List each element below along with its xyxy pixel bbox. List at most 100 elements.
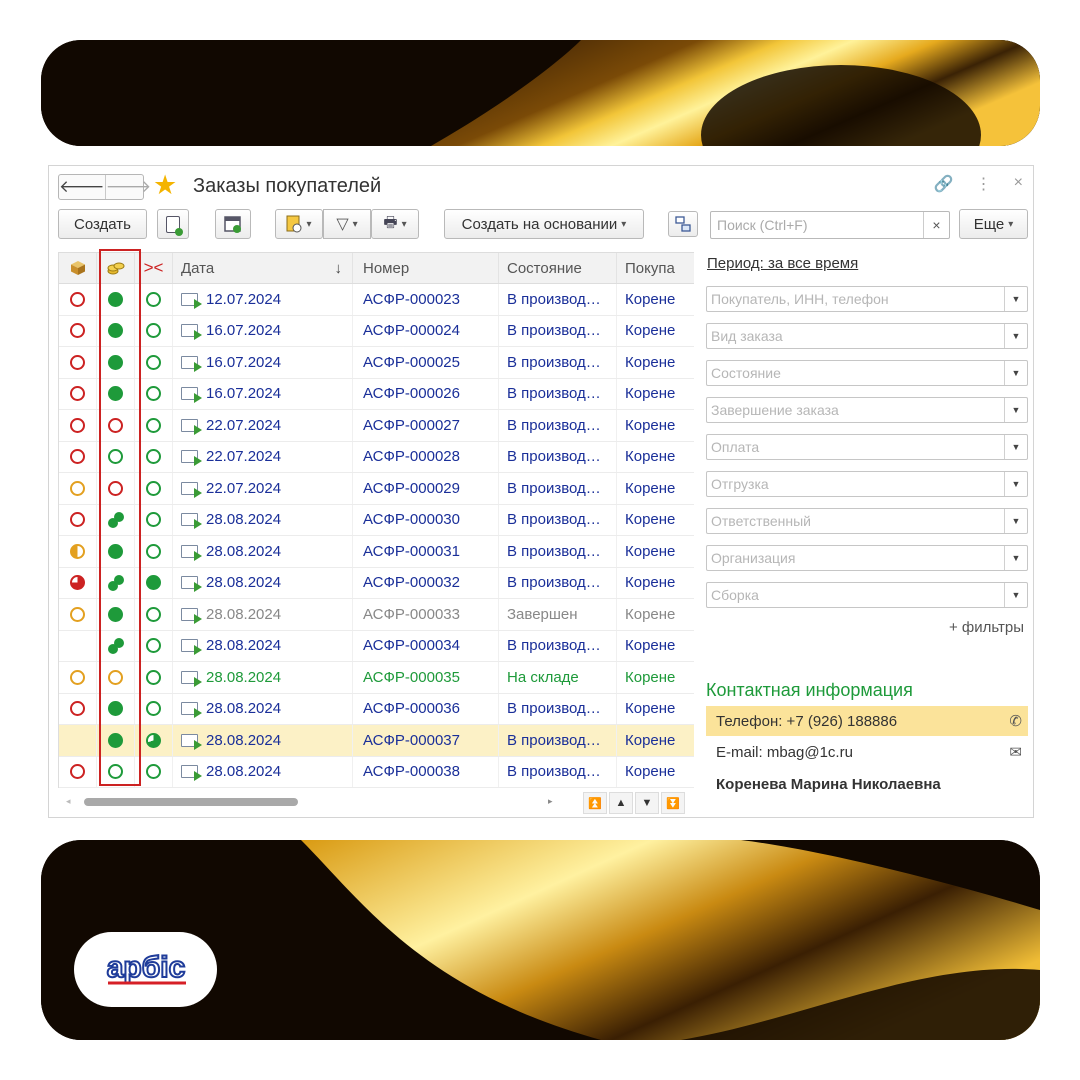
state-cell: В производ… xyxy=(499,756,617,787)
printer-icon: 🖶 xyxy=(383,213,398,231)
buyer-cell: Корене xyxy=(625,574,676,592)
create-button[interactable]: Создать xyxy=(58,209,147,239)
previous-page-icon[interactable]: ▲ xyxy=(609,792,633,814)
dropdown-arrow-icon[interactable]: ▼ xyxy=(1004,361,1027,385)
window-title: Заказы покупателей xyxy=(193,175,382,197)
document-posted-icon xyxy=(181,576,202,593)
table-row[interactable]: 28.08.2024 АСФР-000033 Завершен Корене xyxy=(59,599,694,631)
last-row-icon[interactable]: ⏬ xyxy=(661,792,685,814)
table-row[interactable]: 22.07.2024 АСФР-000029 В производ… Корене xyxy=(59,473,694,505)
table-row[interactable]: 28.08.2024 АСФР-000034 В производ… Корене xyxy=(59,630,694,662)
date-cell: 28.08.2024 xyxy=(173,567,353,598)
split-arrow-icon: >< xyxy=(143,258,164,277)
date-value: 22.07.2024 xyxy=(206,479,282,497)
table-row[interactable]: 28.08.2024 АСФР-000038 В производ… Корене xyxy=(59,756,694,788)
number-column-header[interactable]: Номер xyxy=(353,253,499,283)
table-row[interactable]: 16.07.2024 АСФР-000024 В производ… Корене xyxy=(59,315,694,347)
filter-field[interactable]: Организация ▼ xyxy=(706,545,1028,571)
date-value: 22.07.2024 xyxy=(206,448,282,466)
buyer-cell: Корене xyxy=(625,322,676,340)
dropdown-arrow-icon[interactable]: ▼ xyxy=(1004,324,1027,348)
date-cell: 22.07.2024 xyxy=(173,473,353,504)
dropdown-arrow-icon[interactable]: ▼ xyxy=(1004,546,1027,570)
print-dropdown[interactable]: 🖶 ▾ xyxy=(371,209,419,239)
filter-field[interactable]: Вид заказа ▼ xyxy=(706,323,1028,349)
buyer-cell: Корене xyxy=(625,731,676,749)
date-value: 28.08.2024 xyxy=(206,731,282,749)
copy-document-button[interactable] xyxy=(157,209,189,239)
shipment-status-cell xyxy=(59,630,97,661)
contact-email-row[interactable]: E-mail: mbag@1c.ru ✉ xyxy=(706,737,1028,767)
more-dropdown[interactable]: Еще ▾ xyxy=(959,209,1028,239)
scroll-right-icon[interactable]: ▸ xyxy=(548,796,553,807)
dropdown-arrow-icon[interactable]: ▼ xyxy=(1004,583,1027,607)
shipment-status-cell xyxy=(59,567,97,598)
contact-info-title: Контактная информация xyxy=(706,680,913,700)
gold-wave-graphic xyxy=(41,40,1040,146)
table-row[interactable]: 28.08.2024 АСФР-000037 В производ… Корене xyxy=(59,725,694,757)
table-row[interactable]: 28.08.2024 АСФР-000031 В производ… Корене xyxy=(59,536,694,568)
first-row-icon[interactable]: ⏫ xyxy=(583,792,607,814)
table-row[interactable]: 22.07.2024 АСФР-000028 В производ… Корене xyxy=(59,441,694,473)
state-column-header[interactable]: Состояние xyxy=(499,253,617,283)
dropdown-arrow-icon[interactable]: ▼ xyxy=(1004,509,1027,533)
close-icon[interactable]: × xyxy=(1014,174,1023,194)
ring-green-status-icon xyxy=(146,764,161,780)
table-row[interactable]: 16.07.2024 АСФР-000025 В производ… Корене xyxy=(59,347,694,379)
table-body: 12.07.2024 АСФР-000023 В производ… Корене 16… xyxy=(59,284,694,788)
filter-field[interactable]: Отгрузка ▼ xyxy=(706,471,1028,497)
sort-arrow-icon: ↓ xyxy=(334,259,343,277)
filter-field[interactable]: Оплата ▼ xyxy=(706,434,1028,460)
structure-button[interactable] xyxy=(668,211,698,237)
dropdown-arrow-icon[interactable]: ▼ xyxy=(1004,435,1027,459)
dropdown-arrow-icon[interactable]: ▼ xyxy=(1004,472,1027,496)
phone-icon[interactable]: ✆ xyxy=(1009,712,1022,730)
filter-field[interactable]: Покупатель, ИНН, телефон ▼ xyxy=(706,286,1028,312)
filter-field[interactable]: Завершение заказа ▼ xyxy=(706,397,1028,423)
create-based-on-dropdown[interactable]: Создать на основании ▾ xyxy=(444,209,644,239)
scrollbar-thumb[interactable] xyxy=(84,798,298,806)
calendar-add-button[interactable] xyxy=(215,209,251,239)
more-actions-icon[interactable]: ⋮ xyxy=(976,174,992,194)
dropdown-arrow-icon[interactable]: ▼ xyxy=(1004,398,1027,422)
document-status-dropdown[interactable]: ▾ xyxy=(275,209,323,239)
dropdown-arrow-icon[interactable]: ▼ xyxy=(1004,287,1027,311)
filter-dropdown[interactable]: ▽ ▾ xyxy=(323,209,371,239)
filter-field[interactable]: Сборка ▼ xyxy=(706,582,1028,608)
ring-red-status-icon xyxy=(70,701,85,717)
scroll-left-icon[interactable]: ◂ xyxy=(66,796,71,807)
next-page-icon[interactable]: ▼ xyxy=(635,792,659,814)
table-row[interactable]: 12.07.2024 АСФР-000023 В производ… Корене xyxy=(59,284,694,316)
filter-placeholder: Завершение заказа xyxy=(711,402,839,418)
number-cell: АСФР-000029 xyxy=(353,473,499,504)
copy-document-icon xyxy=(166,215,183,236)
chevron-down-icon: ▾ xyxy=(1008,218,1014,230)
favorite-star-icon[interactable]: ★ xyxy=(153,170,177,200)
period-link[interactable]: Период: за все время xyxy=(707,255,858,272)
add-filters-link[interactable]: + фильтры xyxy=(949,619,1024,636)
shipment-column-header[interactable] xyxy=(59,253,97,283)
contact-phone-row[interactable]: Телефон: +7 (926) 188886 ✆ xyxy=(706,706,1028,736)
contact-phone: Телефон: +7 (926) 188886 xyxy=(716,712,898,730)
table-row[interactable]: 22.07.2024 АСФР-000027 В производ… Корене xyxy=(59,410,694,442)
table-row[interactable]: 28.08.2024 АСФР-000035 На складе Корене xyxy=(59,662,694,694)
ring-green-status-icon xyxy=(146,417,161,433)
table-row[interactable]: 28.08.2024 АСФР-000036 В производ… Корене xyxy=(59,693,694,725)
link-icon[interactable]: 🔗 xyxy=(934,174,954,194)
horizontal-scrollbar[interactable]: ◂ ▸ ⏫ ▲ ▼ ⏬ xyxy=(58,792,694,814)
search-input[interactable]: Поиск (Ctrl+F) xyxy=(710,211,950,239)
forward-button[interactable]: 🡒 xyxy=(104,175,151,199)
email-icon[interactable]: ✉ xyxy=(1009,743,1022,761)
filter-field[interactable]: Состояние ▼ xyxy=(706,360,1028,386)
back-button[interactable]: 🡐 xyxy=(59,175,105,199)
date-column-header[interactable]: Дата ↓ xyxy=(173,253,353,283)
filter-field[interactable]: Ответственный ▼ xyxy=(706,508,1028,534)
table-row[interactable]: 28.08.2024 АСФР-000032 В производ… Корене xyxy=(59,567,694,599)
buyer-column-header[interactable]: Покупа xyxy=(617,253,677,283)
table-row[interactable]: 28.08.2024 АСФР-000030 В производ… Корене xyxy=(59,504,694,536)
number-cell: АСФР-000032 xyxy=(353,567,499,598)
buyer-cell: Корене xyxy=(625,479,676,497)
search-clear-button[interactable]: × xyxy=(923,212,949,238)
table-row[interactable]: 16.07.2024 АСФР-000026 В производ… Корене xyxy=(59,378,694,410)
date-value: 28.08.2024 xyxy=(206,700,282,718)
